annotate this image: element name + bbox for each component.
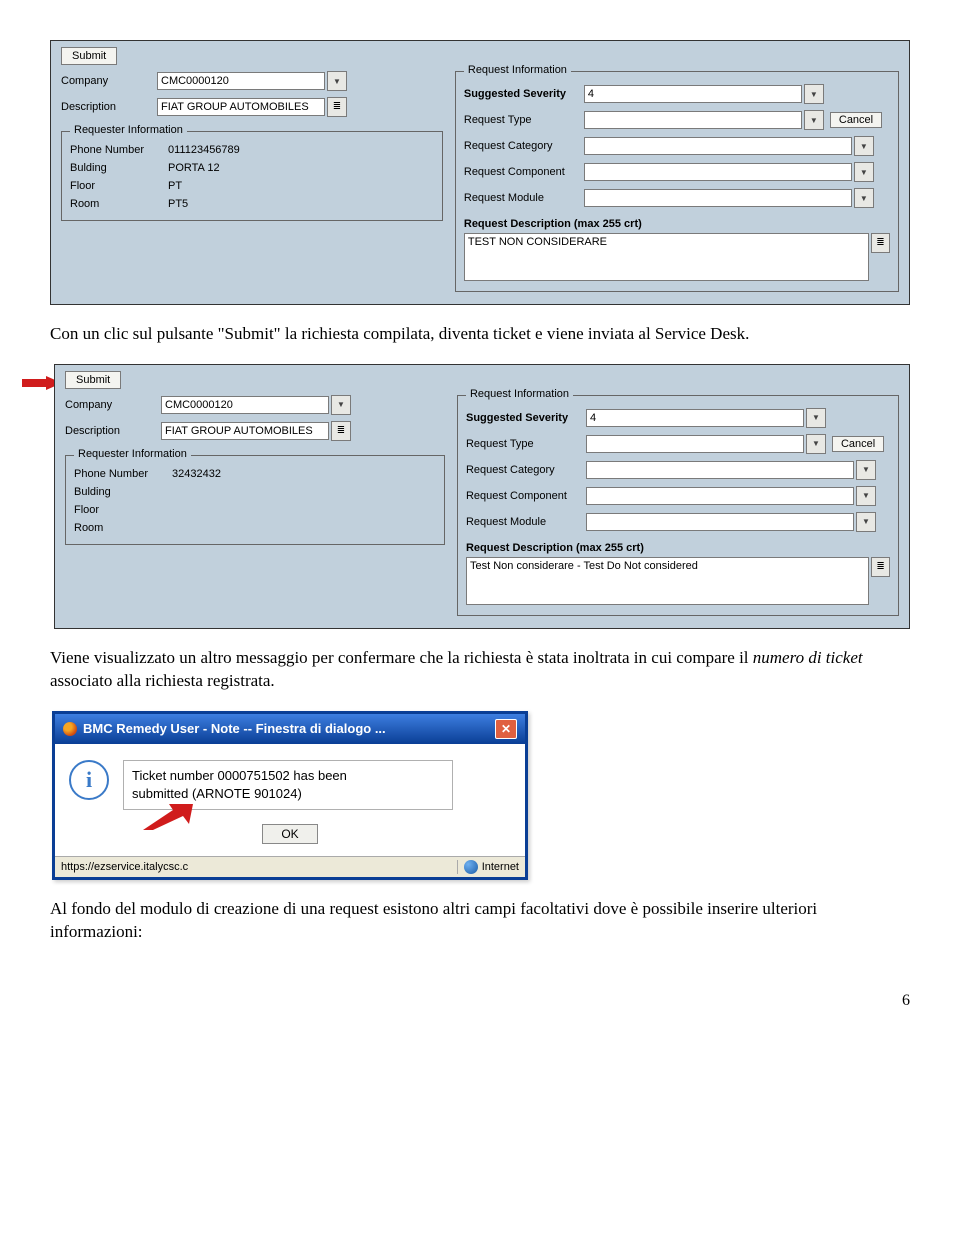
app-icon	[63, 722, 77, 736]
chevron-down-icon[interactable]: ▼	[327, 71, 347, 91]
requester-legend: Requester Information	[74, 448, 191, 460]
floor-label: Floor	[74, 504, 170, 516]
cancel-button[interactable]: Cancel	[832, 436, 884, 452]
form-panel-2: Submit Company ▼ Description ≣ Requester…	[54, 364, 910, 629]
para2-pre: Viene visualizzato un altro messaggio pe…	[50, 648, 753, 667]
reqmod-label: Request Module	[464, 192, 584, 204]
reqcat-input[interactable]	[586, 461, 854, 479]
reqdesc-label: Request Description (max 255 crt)	[464, 218, 890, 230]
reqcat-input[interactable]	[584, 137, 852, 155]
reqtype-input[interactable]	[584, 111, 802, 129]
reqcomp-label: Request Component	[464, 166, 584, 178]
chevron-down-icon[interactable]: ▼	[854, 188, 874, 208]
menu-icon[interactable]: ≣	[327, 97, 347, 117]
menu-icon[interactable]: ≣	[331, 421, 351, 441]
dialog-title-text: BMC Remedy User - Note -- Finestra di di…	[83, 721, 386, 736]
chevron-down-icon[interactable]: ▼	[806, 434, 826, 454]
reqdesc-input[interactable]	[466, 557, 869, 605]
description-input[interactable]	[157, 98, 325, 116]
request-legend: Request Information	[466, 388, 573, 400]
reqcat-label: Request Category	[466, 464, 586, 476]
company-label: Company	[61, 75, 157, 87]
severity-input[interactable]	[584, 85, 802, 103]
floor-value: PT	[166, 180, 182, 192]
reqtype-label: Request Type	[464, 114, 584, 126]
submit-button[interactable]: Submit	[65, 371, 121, 389]
description-label: Description	[65, 425, 161, 437]
company-input[interactable]	[157, 72, 325, 90]
phone-value: 011123456789	[166, 144, 240, 156]
chevron-down-icon[interactable]: ▼	[854, 162, 874, 182]
reqcomp-input[interactable]	[586, 487, 854, 505]
submit-button[interactable]: Submit	[61, 47, 117, 65]
reqmod-input[interactable]	[586, 513, 854, 531]
dialog-msg-line1: Ticket number 0000751502 has been	[132, 768, 347, 783]
reqcomp-input[interactable]	[584, 163, 852, 181]
status-url: https://ezservice.italycsc.c	[61, 861, 451, 873]
severity-label: Suggested Severity	[466, 412, 586, 424]
status-zone-text: Internet	[482, 861, 519, 873]
building-label: Bulding	[70, 162, 166, 174]
room-value: PT5	[166, 198, 188, 210]
chevron-down-icon[interactable]: ▼	[804, 110, 824, 130]
chevron-down-icon[interactable]: ▼	[804, 84, 824, 104]
company-label: Company	[65, 399, 161, 411]
chevron-down-icon[interactable]: ▼	[856, 460, 876, 480]
building-label: Bulding	[74, 486, 170, 498]
paragraph-1: Con un clic sul pulsante "Submit" la ric…	[50, 323, 910, 346]
severity-input[interactable]	[586, 409, 804, 427]
room-label: Room	[74, 522, 170, 534]
request-info-group: Request Information Suggested Severity ▼…	[455, 71, 899, 292]
menu-icon[interactable]: ≣	[871, 557, 890, 577]
reqtype-label: Request Type	[466, 438, 586, 450]
reqdesc-label: Request Description (max 255 crt)	[466, 542, 890, 554]
reqcomp-label: Request Component	[466, 490, 586, 502]
requester-info-group: Requester Information Phone Number 32432…	[65, 455, 445, 545]
ok-button[interactable]: OK	[262, 824, 317, 844]
request-legend: Request Information	[464, 64, 571, 76]
dialog-message: Ticket number 0000751502 has been submit…	[123, 760, 453, 810]
building-value: PORTA 12	[166, 162, 220, 174]
phone-value: 32432432	[170, 468, 221, 480]
phone-label: Phone Number	[74, 468, 170, 480]
chevron-down-icon[interactable]: ▼	[854, 136, 874, 156]
severity-label: Suggested Severity	[464, 88, 584, 100]
cancel-button[interactable]: Cancel	[830, 112, 882, 128]
dialog-statusbar: https://ezservice.italycsc.c Internet	[55, 856, 525, 877]
request-info-group: Request Information Suggested Severity ▼…	[457, 395, 899, 616]
description-input[interactable]	[161, 422, 329, 440]
confirmation-dialog: BMC Remedy User - Note -- Finestra di di…	[52, 711, 528, 880]
description-label: Description	[61, 101, 157, 113]
chevron-down-icon[interactable]: ▼	[331, 395, 351, 415]
chevron-down-icon[interactable]: ▼	[806, 408, 826, 428]
reqmod-input[interactable]	[584, 189, 852, 207]
para2-post: associato alla richiesta registrata.	[50, 671, 275, 690]
globe-icon	[464, 860, 478, 874]
chevron-down-icon[interactable]: ▼	[856, 486, 876, 506]
reqtype-input[interactable]	[586, 435, 804, 453]
dialog-msg-line2: submitted (ARNOTE 901024)	[132, 786, 302, 801]
dialog-titlebar: BMC Remedy User - Note -- Finestra di di…	[55, 714, 525, 744]
reqmod-label: Request Module	[466, 516, 586, 528]
close-icon[interactable]: ✕	[495, 719, 517, 739]
requester-info-group: Requester Information Phone Number 01112…	[61, 131, 443, 221]
reqdesc-input[interactable]	[464, 233, 869, 281]
chevron-down-icon[interactable]: ▼	[856, 512, 876, 532]
phone-label: Phone Number	[70, 144, 166, 156]
company-input[interactable]	[161, 396, 329, 414]
page-number: 6	[50, 992, 910, 1010]
para2-italic: numero di ticket	[753, 648, 863, 667]
requester-legend: Requester Information	[70, 124, 187, 136]
room-label: Room	[70, 198, 166, 210]
paragraph-2: Viene visualizzato un altro messaggio pe…	[50, 647, 910, 693]
form-panel-1: Submit Company ▼ Description ≣ Requester…	[50, 40, 910, 305]
paragraph-3: Al fondo del modulo di creazione di una …	[50, 898, 910, 944]
reqcat-label: Request Category	[464, 140, 584, 152]
info-icon: i	[69, 760, 109, 800]
floor-label: Floor	[70, 180, 166, 192]
menu-icon[interactable]: ≣	[871, 233, 890, 253]
